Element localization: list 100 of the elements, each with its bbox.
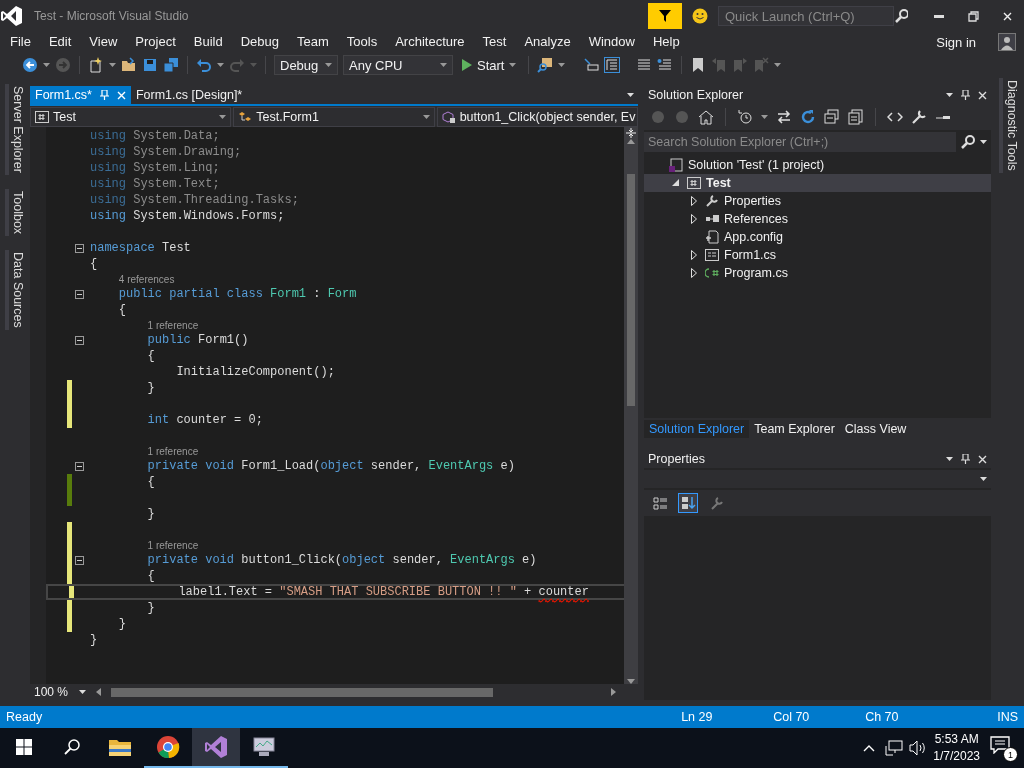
sign-in-link[interactable]: Sign in — [936, 34, 976, 50]
caret-icon[interactable] — [43, 63, 50, 67]
undo-icon[interactable] — [196, 57, 212, 73]
smiley-icon[interactable] — [692, 8, 708, 24]
scroll-left-icon[interactable] — [96, 688, 101, 696]
user-icon[interactable] — [998, 33, 1016, 51]
network-icon[interactable] — [885, 740, 904, 756]
navigation-dropdown[interactable]: button1_Click(object sender, Ev — [436, 107, 638, 127]
back-icon[interactable] — [22, 57, 38, 73]
scroll-thumb[interactable] — [627, 174, 635, 406]
menu-item[interactable]: Team — [289, 33, 337, 51]
chevron-up-icon[interactable] — [863, 744, 876, 752]
monitor-icon[interactable] — [251, 736, 277, 758]
navigation-dropdown[interactable]: Test — [30, 107, 232, 127]
menu-item[interactable]: Tools — [338, 33, 386, 51]
comment-lines-icon[interactable] — [657, 57, 674, 73]
collapse-icon[interactable] — [75, 243, 84, 253]
caret-icon[interactable] — [79, 690, 86, 694]
caret-icon[interactable] — [761, 115, 768, 119]
toolbar-button[interactable] — [678, 493, 698, 513]
references-link[interactable]: 1 reference — [147, 539, 199, 551]
caret-icon[interactable] — [627, 93, 634, 97]
navigation-dropdown[interactable]: Test.Form1 — [233, 107, 435, 127]
caret-icon[interactable] — [774, 63, 782, 67]
collapse-icon[interactable] — [75, 555, 84, 565]
search-icon[interactable] — [894, 9, 908, 23]
save-icon[interactable] — [142, 57, 158, 73]
references-link[interactable]: 4 references — [118, 273, 175, 285]
home-icon[interactable] — [698, 109, 714, 125]
configuration-dropdown[interactable]: Debug — [274, 55, 338, 75]
menu-item[interactable]: Edit — [40, 33, 80, 51]
tree-item[interactable]: Test — [644, 174, 991, 192]
collapsed-arrow-icon[interactable] — [691, 250, 697, 260]
split-icon[interactable] — [625, 127, 637, 139]
tree-item[interactable]: App.config — [644, 228, 991, 246]
search-field[interactable]: Search Solution Explorer (Ctrl+;) — [644, 132, 956, 152]
scroll-right-icon[interactable] — [611, 688, 616, 696]
caret-icon[interactable] — [980, 477, 987, 481]
tool-window-tab[interactable]: Team Explorer — [749, 420, 840, 438]
minimize-icon[interactable] — [934, 14, 944, 18]
dock-tab[interactable]: Data Sources — [5, 249, 25, 330]
refresh-icon[interactable] — [800, 109, 816, 125]
feedback-filter-button[interactable] — [648, 3, 682, 29]
caret-icon[interactable] — [558, 63, 566, 67]
new-project-icon[interactable] — [88, 57, 104, 73]
dock-tab[interactable]: Server Explorer — [5, 84, 25, 175]
horizontal-scrollbar-thumb[interactable] — [111, 687, 493, 697]
caret-icon[interactable] — [946, 457, 953, 461]
taskbar-app-button[interactable] — [192, 728, 240, 768]
menu-item[interactable]: View — [81, 33, 126, 51]
pin-icon[interactable] — [961, 454, 970, 464]
caret-icon[interactable] — [980, 140, 987, 144]
caret-icon[interactable] — [217, 63, 224, 67]
sync-icon[interactable] — [776, 109, 792, 125]
menu-item[interactable]: Project — [127, 33, 184, 51]
scroll-up-icon[interactable] — [627, 139, 635, 144]
platform-dropdown[interactable]: Any CPU — [343, 55, 453, 75]
collapse-icon[interactable] — [75, 289, 84, 299]
vertical-scrollbar[interactable] — [624, 127, 638, 684]
collapsed-arrow-icon[interactable] — [691, 214, 697, 224]
start-button[interactable]: Start — [458, 55, 521, 75]
references-link[interactable]: 1 reference — [147, 319, 199, 331]
tree-item[interactable]: Solution 'Test' (1 project) — [644, 156, 991, 174]
dock-tab[interactable]: Toolbox — [5, 188, 25, 236]
pin-icon[interactable] — [961, 90, 970, 100]
caret-icon[interactable] — [422, 115, 430, 119]
menu-item[interactable]: File — [2, 33, 39, 51]
search-icon[interactable] — [960, 134, 976, 150]
collapsed-arrow-icon[interactable] — [691, 268, 697, 278]
chrome-icon[interactable] — [156, 735, 180, 759]
menu-item[interactable]: Test — [474, 33, 515, 51]
save-all-icon[interactable] — [163, 57, 179, 73]
collapsed-arrow-icon[interactable] — [691, 196, 697, 206]
quick-launch-field[interactable]: Quick Launch (Ctrl+Q) — [718, 6, 894, 26]
expanded-arrow-icon[interactable] — [672, 179, 680, 187]
close-icon[interactable] — [978, 90, 987, 100]
tree-item[interactable]: References — [644, 210, 991, 228]
folder-icon[interactable] — [108, 737, 132, 757]
volume-icon[interactable] — [909, 740, 928, 756]
play-icon[interactable] — [462, 59, 472, 71]
history-icon[interactable] — [737, 109, 753, 125]
visual-studio-icon[interactable] — [204, 735, 228, 759]
close-icon[interactable] — [1002, 11, 1012, 21]
menu-item[interactable]: Help — [644, 33, 688, 51]
collapse-icon[interactable] — [75, 335, 84, 345]
caret-icon[interactable] — [219, 115, 227, 119]
restore-icon[interactable] — [967, 10, 979, 22]
tree-item[interactable]: Program.cs — [644, 264, 991, 282]
caret-icon[interactable] — [109, 63, 116, 67]
dock-tab[interactable]: Diagnostic Tools — [998, 78, 1019, 173]
open-folder-icon[interactable] — [121, 57, 137, 73]
menu-item[interactable]: Architecture — [387, 33, 473, 51]
lines-icon[interactable] — [636, 57, 653, 73]
zoom-dropdown[interactable]: 100 % — [30, 685, 90, 699]
menu-item[interactable]: Window — [580, 33, 643, 51]
references-link[interactable]: 1 reference — [147, 445, 199, 457]
find-in-files-icon[interactable] — [537, 57, 554, 73]
wrench-icon[interactable] — [911, 109, 927, 125]
tree-item[interactable]: Properties — [644, 192, 991, 210]
list-view-icon[interactable] — [604, 57, 621, 73]
